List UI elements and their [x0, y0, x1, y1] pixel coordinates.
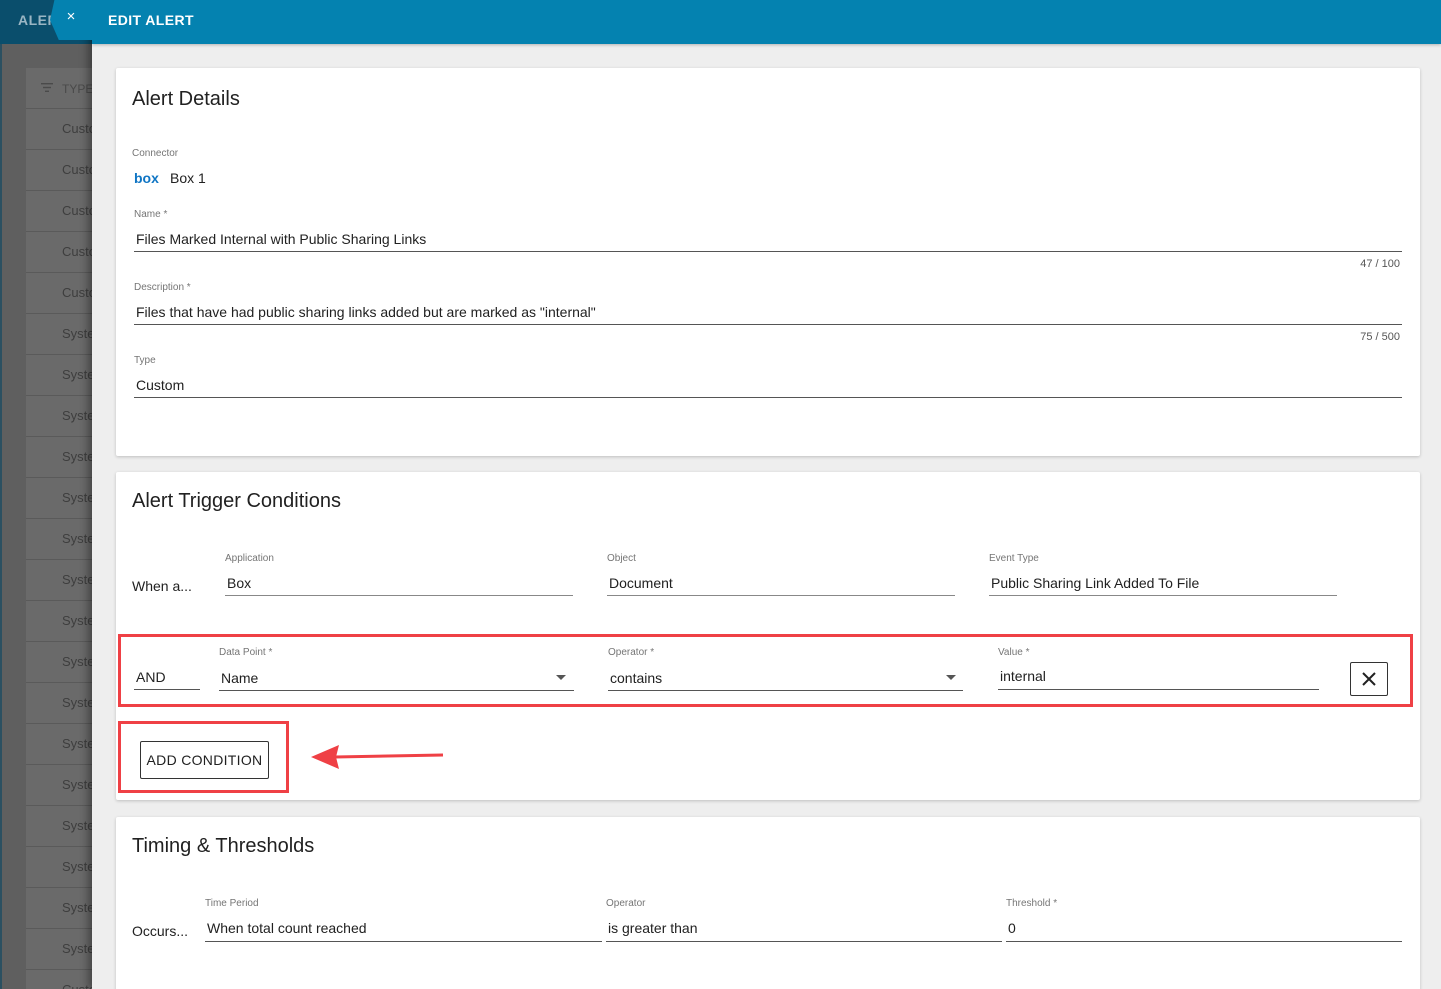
description-underline [134, 324, 1402, 325]
description-input[interactable]: Files that have had public sharing links… [136, 304, 596, 320]
condition-row-highlight [118, 634, 1413, 707]
application-input[interactable]: Box [227, 575, 251, 591]
drawer-title: EDIT ALERT [108, 12, 194, 28]
background-list-item-label: Syste [62, 900, 95, 915]
box-logo-text: box [134, 172, 159, 186]
timing-operator-label: Operator [606, 898, 646, 909]
timing-operator-select[interactable]: is greater than [608, 920, 698, 936]
threshold-label: Threshold * [1006, 898, 1058, 909]
threshold-input[interactable]: 0 [1008, 920, 1016, 936]
alert-details-card: Alert Details Connector box Box 1 Name *… [116, 68, 1420, 456]
application-underline [225, 595, 573, 596]
edit-alert-drawer: EDIT ALERT Alert Details Connector box B… [92, 0, 1441, 989]
time-period-underline [205, 941, 602, 942]
background-list-item-label: Syste [62, 449, 95, 464]
timing-thresholds-title: Timing & Thresholds [132, 835, 315, 857]
name-label: Name * [134, 209, 168, 220]
object-input[interactable]: Document [609, 575, 673, 591]
background-list-item-label: Syste [62, 326, 95, 341]
object-label: Object [607, 553, 636, 564]
background-list-item-label: Syste [62, 531, 95, 546]
connector-value: Box 1 [170, 170, 206, 186]
background-list-item-label: Syste [62, 490, 95, 505]
event-type-input[interactable]: Public Sharing Link Added To File [991, 575, 1199, 591]
time-period-label: Time Period [205, 898, 259, 909]
description-counter: 75 / 500 [1360, 331, 1400, 343]
type-underline [134, 397, 1402, 398]
background-list-item-label: Custo [62, 285, 96, 300]
name-counter: 47 / 100 [1360, 258, 1400, 270]
background-list-item-label: Syste [62, 818, 95, 833]
add-condition-highlight [118, 721, 289, 793]
trigger-conditions-title: Alert Trigger Conditions [132, 490, 341, 512]
filter-icon [41, 83, 53, 92]
time-period-select[interactable]: When total count reached [207, 920, 367, 936]
background-list-item-label: Syste [62, 859, 95, 874]
background-list-item-label: Custo [62, 982, 96, 989]
background-list-header-label: TYPE [62, 82, 94, 96]
background-list-item-label: Custo [62, 244, 96, 259]
background-list-item-label: Custo [62, 121, 96, 136]
background-list-item-label: Syste [62, 572, 95, 587]
object-underline [607, 595, 955, 596]
background-list-item-label: Syste [62, 367, 95, 382]
event-type-underline [989, 595, 1337, 596]
background-list-item-label: Syste [62, 941, 95, 956]
background-list-item-label: Syste [62, 736, 95, 751]
threshold-underline [1006, 941, 1402, 942]
name-underline [134, 251, 1402, 252]
background-list-item-label: Syste [62, 695, 95, 710]
name-input[interactable]: Files Marked Internal with Public Sharin… [136, 231, 426, 247]
application-label: Application [225, 553, 274, 564]
occurs-label: Occurs... [132, 923, 189, 939]
connector-label: Connector [132, 148, 179, 159]
timing-operator-underline [606, 941, 1002, 942]
timing-thresholds-card: Timing & Thresholds Occurs... Time Perio… [116, 817, 1420, 989]
background-list-item-label: Custo [62, 162, 96, 177]
background-list-item-label: Custo [62, 203, 96, 218]
type-input[interactable]: Custom [136, 377, 184, 393]
event-type-label: Event Type [989, 553, 1039, 564]
drawer-header: EDIT ALERT [92, 0, 1441, 44]
background-left-strip [0, 44, 2, 989]
background-list-item-label: Syste [62, 777, 95, 792]
alert-details-title: Alert Details [132, 88, 240, 110]
description-label: Description * [134, 282, 191, 293]
background-list-item-label: Syste [62, 613, 95, 628]
type-label: Type [134, 355, 156, 366]
background-list-item-label: Syste [62, 408, 95, 423]
background-list-item-label: Syste [62, 654, 95, 669]
when-label: When a... [132, 578, 192, 594]
box-logo-icon: box [134, 172, 159, 186]
close-icon[interactable]: × [63, 9, 79, 25]
red-arrow-icon [311, 745, 444, 769]
